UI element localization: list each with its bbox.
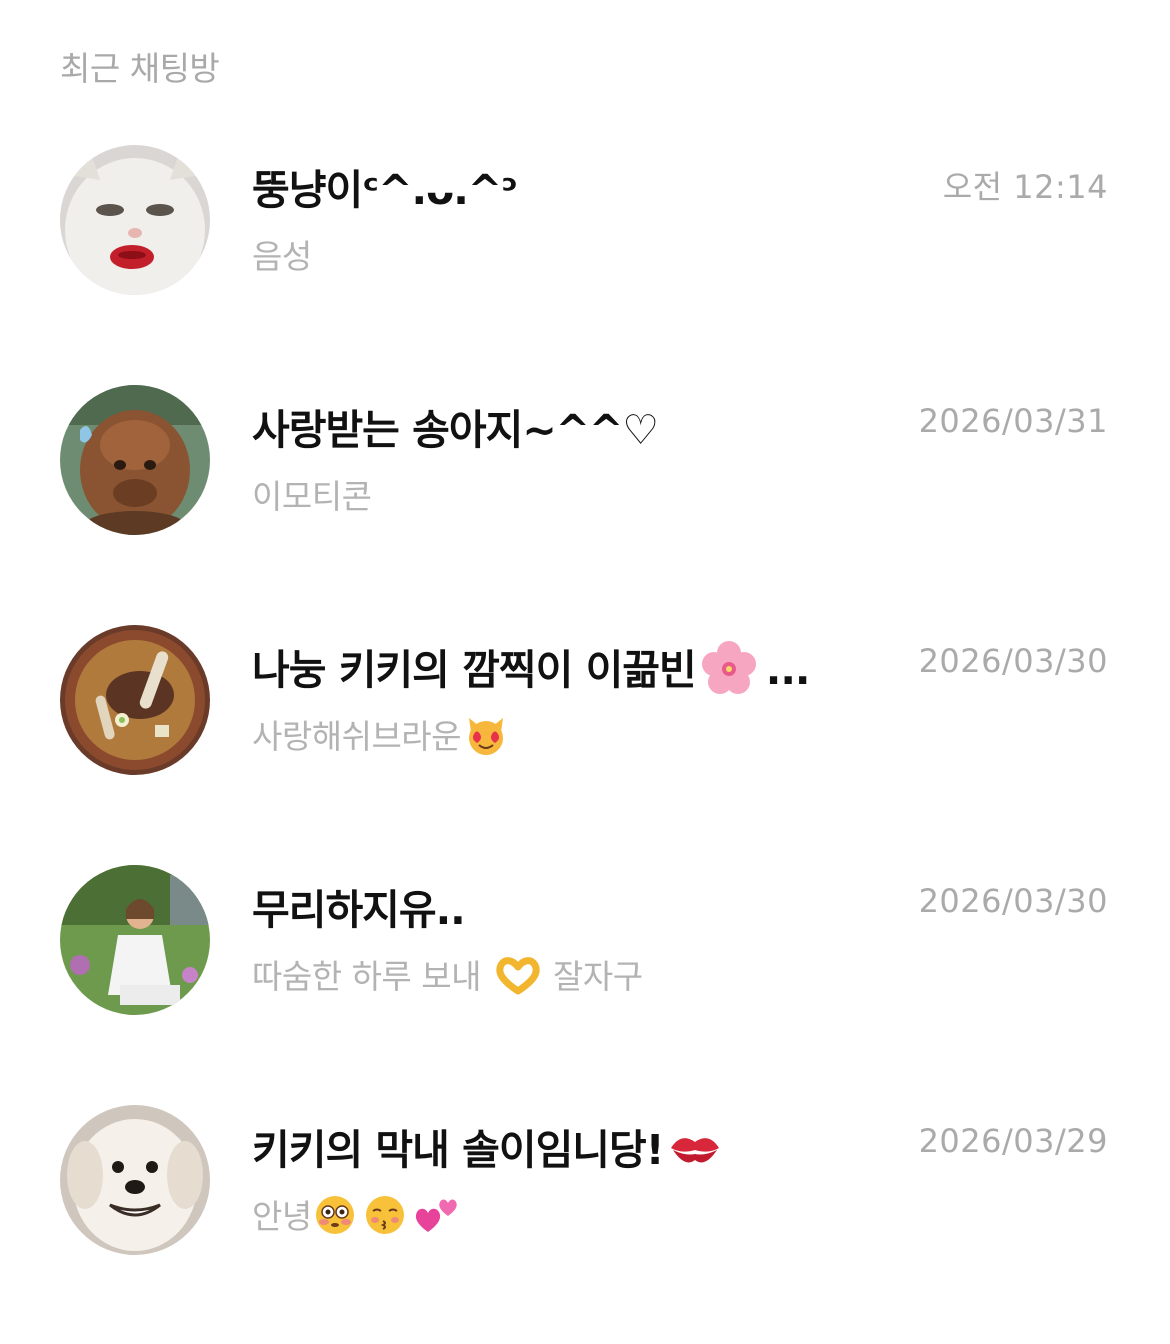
chat-name: 키키의 막내 솔이임니당! (252, 1116, 723, 1180)
garden-avatar-icon (60, 865, 210, 1015)
avatar[interactable] (60, 1105, 210, 1255)
avatar[interactable] (60, 865, 210, 1015)
flushed-face-icon (314, 1194, 356, 1244)
chat-preview-text: 사랑해쉬브라운 (252, 717, 462, 756)
avatar[interactable] (60, 385, 210, 535)
calf-avatar-icon (60, 385, 210, 535)
chat-name: 사랑받는 송아지~^^♡ (252, 406, 659, 454)
avatar[interactable] (60, 625, 210, 775)
chat-preview: 안녕 (252, 1190, 460, 1244)
chat-name-text: 나눙 키키의 깜찍이 이끎빈 (252, 646, 697, 694)
chat-row[interactable]: 뚱냥이ᶜ^.ᴗ.^ᵓ 음성 오전 12:14 (0, 120, 1170, 320)
chat-name: 뚱냥이ᶜ^.ᴗ.^ᵓ (252, 166, 518, 214)
chat-preview: 음성 (252, 237, 312, 276)
chat-preview-text: 안녕 (252, 1197, 312, 1236)
chat-row[interactable]: 나눙 키키의 깜찍이 이끎빈 ... 사랑해쉬브라운 2026/03/30 (0, 600, 1170, 800)
chat-time: 2026/03/30 (918, 882, 1108, 920)
section-title: 최근 채팅방 (60, 49, 220, 88)
heart-eyes-cat-icon (465, 714, 507, 764)
soup-avatar-icon (60, 625, 210, 775)
chat-row[interactable]: 키키의 막내 솔이임니당! 안녕 2026/03/29 (0, 1080, 1170, 1280)
chat-name: 나눙 키키의 깜찍이 이끎빈 ... (252, 636, 811, 707)
chat-time: 2026/03/29 (918, 1122, 1108, 1160)
chat-preview-suffix: 잘자구 (553, 957, 643, 996)
cherry-blossom-icon (700, 639, 758, 707)
chat-preview: 따숨한 하루 보내 잘자구 (252, 950, 643, 1003)
dog-avatar-icon (60, 1105, 210, 1255)
cat-avatar-icon (60, 145, 210, 295)
chat-name-ellipsis: ... (765, 646, 811, 694)
chat-time: 2026/03/30 (918, 642, 1108, 680)
chat-name: 무리하지유.. (252, 886, 466, 934)
avatar[interactable] (60, 145, 210, 295)
chat-row[interactable]: 무리하지유.. 따숨한 하루 보내 잘자구 2026/03/30 (0, 840, 1170, 1040)
chat-time: 2026/03/31 (918, 402, 1108, 440)
chat-row[interactable]: 사랑받는 송아지~^^♡ 이모티콘 2026/03/31 (0, 360, 1170, 560)
chat-preview: 이모티콘 (252, 477, 372, 516)
chat-preview: 사랑해쉬브라운 (252, 710, 507, 764)
chat-time: 오전 12:14 (942, 168, 1108, 206)
chat-name-text: 키키의 막내 솔이임니당! (252, 1126, 664, 1174)
chat-preview-text: 따숨한 하루 보내 (252, 957, 482, 996)
heart-hands-icon (495, 955, 541, 1003)
kiss-mark-icon (667, 1126, 723, 1180)
two-hearts-icon (414, 1194, 460, 1244)
kissing-face-icon (364, 1194, 406, 1244)
